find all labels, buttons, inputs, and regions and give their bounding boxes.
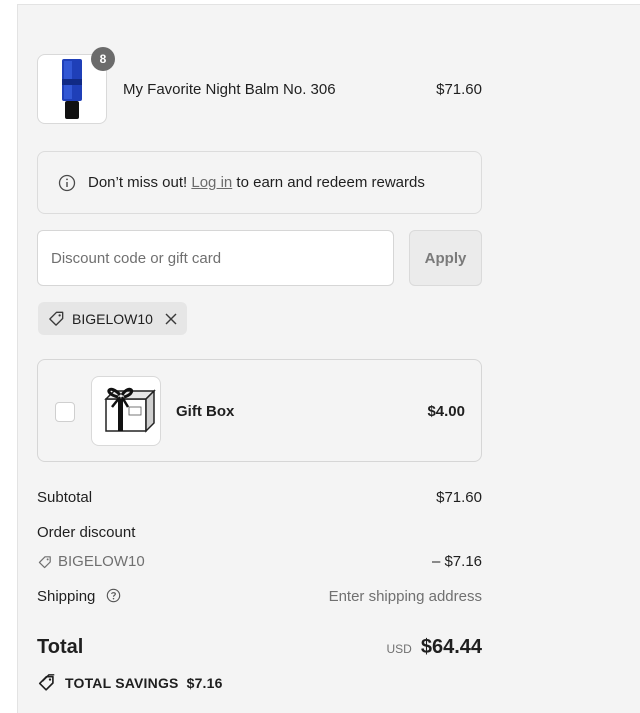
rewards-notice: Don’t miss out! Log in to earn and redee… bbox=[37, 151, 482, 214]
savings-tag-icon bbox=[38, 674, 55, 691]
apply-button[interactable]: Apply bbox=[409, 230, 482, 286]
gift-box-thumbnail bbox=[91, 376, 161, 446]
gift-box-icon bbox=[104, 387, 156, 433]
shipping-value: Enter shipping address bbox=[328, 588, 482, 605]
shipping-label-row: Shipping bbox=[37, 588, 121, 605]
applied-code-label: BIGELOW10 bbox=[72, 310, 153, 327]
discount-value: – $7.16 bbox=[431, 553, 482, 570]
quantity-badge: 8 bbox=[91, 47, 115, 71]
order-discount-label: Order discount bbox=[37, 524, 136, 541]
subtotal-label: Subtotal bbox=[37, 489, 93, 506]
total-value-group: USD $64.44 bbox=[386, 636, 482, 659]
discount-code-line: BIGELOW10 bbox=[37, 553, 145, 570]
currency-code: USD bbox=[386, 642, 412, 656]
login-link[interactable]: Log in bbox=[191, 174, 232, 191]
tag-icon bbox=[38, 555, 51, 568]
remove-code-icon[interactable] bbox=[164, 312, 178, 326]
help-icon[interactable] bbox=[106, 588, 121, 603]
applied-discount-chip: BIGELOW10 bbox=[38, 302, 187, 335]
tag-icon bbox=[49, 311, 64, 326]
discount-code-input[interactable] bbox=[37, 230, 394, 286]
discount-code-text: BIGELOW10 bbox=[58, 553, 145, 570]
rewards-suffix: to earn and redeem rewards bbox=[236, 174, 425, 191]
shipping-label: Shipping bbox=[37, 588, 96, 605]
total-amount: $64.44 bbox=[420, 636, 482, 658]
total-savings: TOTAL SAVINGS $7.16 bbox=[37, 673, 223, 693]
gift-box-upsell: Gift Box $4.00 bbox=[37, 359, 482, 462]
gift-box-name: Gift Box bbox=[176, 403, 235, 420]
product-price: $71.60 bbox=[436, 81, 482, 98]
savings-label: TOTAL SAVINGS bbox=[65, 675, 179, 691]
info-icon bbox=[58, 174, 76, 191]
rewards-prefix: Don’t miss out! bbox=[88, 174, 188, 191]
gift-box-checkbox[interactable] bbox=[55, 402, 75, 422]
gift-box-price: $4.00 bbox=[427, 403, 465, 420]
savings-amount: $7.16 bbox=[186, 675, 223, 691]
total-label: Total bbox=[37, 636, 84, 658]
subtotal-value: $71.60 bbox=[436, 489, 482, 506]
product-name: My Favorite Night Balm No. 306 bbox=[123, 81, 336, 98]
